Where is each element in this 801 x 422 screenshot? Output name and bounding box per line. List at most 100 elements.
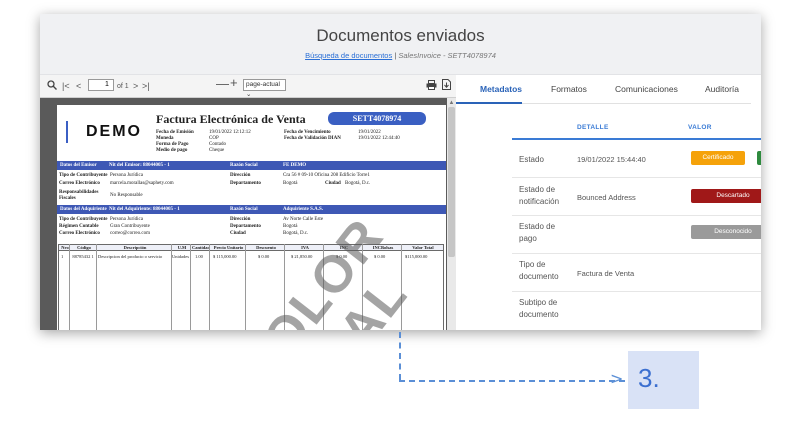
field-value: Av Norte Calle Este xyxy=(283,217,324,222)
field-value: correo@correo.com xyxy=(110,231,150,236)
band-text: Nit del Adquiriente: 88044005 - 1 xyxy=(109,207,180,212)
active-tab-indicator xyxy=(456,102,522,104)
field-label: Ciudad xyxy=(230,231,246,236)
metadata-row-tipo: Tipo de documento Factura de Venta xyxy=(512,254,761,292)
band-text: Razón Social xyxy=(230,207,258,212)
row-label: Tipo de documento xyxy=(519,260,559,281)
table-divider xyxy=(284,244,285,330)
chevron-down-icon: ⌄ xyxy=(246,91,252,98)
annotation-dashed-line xyxy=(399,380,625,382)
field-label: Correo Electrónico xyxy=(59,181,100,186)
meta-left-labels: Fecha de Emisión Moneda Forma de Pago Me… xyxy=(156,130,194,154)
emisor-row: Tipo de Contribuyente xyxy=(59,173,108,179)
next-page-icon[interactable]: > xyxy=(133,80,138,92)
field-label: Departamento xyxy=(230,181,261,186)
metadata-row-subtipo: Subtipo de documento xyxy=(512,292,761,330)
breadcrumb-link-busqueda[interactable]: Búsqueda de documentos xyxy=(305,51,392,60)
band-text: Adquiriente S.A.S. xyxy=(283,207,324,212)
status-badge-certificado: Certificado xyxy=(691,151,745,165)
emisor-band: Datos del Emisor Nit del Emisor: 8804400… xyxy=(57,161,446,170)
header: Documentos enviados Búsqueda de document… xyxy=(40,14,761,75)
band-text: Razón Social xyxy=(230,163,258,168)
column-header-valor: VALOR xyxy=(688,124,712,131)
page-title: Documentos enviados xyxy=(316,26,485,45)
field-label: Tipo de Contribuyente xyxy=(59,217,108,222)
table-divider xyxy=(209,244,210,330)
table-divider xyxy=(401,244,402,330)
page-count: of 1 xyxy=(117,83,129,90)
search-icon[interactable] xyxy=(47,80,57,90)
row-detail: Bounced Address xyxy=(577,193,636,202)
scroll-up-icon[interactable]: ▲ xyxy=(448,100,455,106)
tab-auditoria[interactable]: Auditoría xyxy=(705,84,739,94)
prev-page-icon[interactable]: < xyxy=(76,80,81,92)
row-label: Estado xyxy=(519,155,544,164)
meta-label: Fecha de Validación DIAN xyxy=(284,136,341,141)
items-table-body xyxy=(58,251,444,330)
meta-right-labels: Fecha de Vencimiento Fecha de Validación… xyxy=(284,130,341,142)
band-text: Datos del Emisor xyxy=(60,163,97,168)
zoom-in-icon[interactable]: + xyxy=(230,76,238,89)
table-cell: 88785432 1 xyxy=(72,254,94,259)
metadata-row-pago: Estado de pago Desconocido xyxy=(512,216,761,254)
adquiriente-band: Datos del Adquiriente Nit del Adquirient… xyxy=(57,205,446,214)
breadcrumb-separator: | xyxy=(394,51,397,60)
tab-metadatos[interactable]: Metadatos xyxy=(480,84,522,94)
invoice-title: Factura Electrónica de Venta xyxy=(156,112,306,126)
arrow-right-icon: > xyxy=(610,369,624,388)
tab-comunicaciones[interactable]: Comunicaciones xyxy=(615,84,678,94)
annotation-dashed-line xyxy=(399,332,401,380)
field-value: Persona Jurídica xyxy=(110,217,143,222)
metadata-row-estado: Estado 19/01/2022 15:44:40 Certificado ✔ xyxy=(512,140,761,178)
field-value: Bogotá, D.c. xyxy=(345,181,371,186)
row-label: Estado de pago xyxy=(519,222,556,243)
table-cell: $ 21,850.00 xyxy=(291,254,313,259)
table-cell: $ 0.00 xyxy=(374,254,386,259)
tab-formatos[interactable]: Formatos xyxy=(551,84,587,94)
meta-label: Medio de pago xyxy=(156,148,188,153)
last-page-icon[interactable]: >| xyxy=(142,80,150,92)
field-value: Persona Jurídica xyxy=(110,173,143,178)
metadata-panel: Metadatos Formatos Comunicaciones Audito… xyxy=(456,75,761,330)
download-icon[interactable] xyxy=(442,79,451,90)
invoice-number-badge: SETT4078974 xyxy=(328,112,426,125)
metadata-row-notificacion: Estado de notificación Bounced Address D… xyxy=(512,178,761,216)
pdf-scrollbar-thumb[interactable] xyxy=(448,107,455,257)
field-value: Gran Contribuyente xyxy=(110,224,150,229)
field-value: marcela.morallas@saphety.com xyxy=(110,181,174,186)
table-cell: Descripcion del producto o servicio xyxy=(98,254,163,259)
field-value: Bogotá xyxy=(283,181,298,186)
logo-accent-bar xyxy=(66,121,68,143)
band-text: Datos del Adquiriente xyxy=(60,207,107,212)
table-divider xyxy=(245,244,246,330)
app-window: Documentos enviados Búsqueda de document… xyxy=(40,14,761,330)
field-label: Dirección xyxy=(230,173,251,178)
field-label: Responsabilidades Fiscales xyxy=(59,190,99,201)
table-divider xyxy=(96,244,97,330)
check-button[interactable]: ✔ xyxy=(757,151,761,165)
field-label: Departamento xyxy=(230,224,261,229)
zoom-out-icon[interactable]: — xyxy=(216,77,229,90)
band-text: FE DEMO xyxy=(283,163,307,168)
column-header-detalle: DETALLE xyxy=(577,124,609,131)
meta-right-values: 19/01/2022 19/01/2022 12:44:40 xyxy=(358,130,400,142)
items-table-header: Nro Código Descripción U.M Cantidad Prec… xyxy=(58,244,444,251)
field-label: Dirección xyxy=(230,217,251,222)
status-badge-descartado: Descartado xyxy=(691,189,761,203)
row-detail: Factura de Venta xyxy=(577,269,635,278)
zoom-select[interactable]: page-actual ⌄ xyxy=(243,79,286,98)
field-label: Ciudad xyxy=(325,181,341,186)
company-logo: DEMO xyxy=(86,123,142,140)
print-icon[interactable] xyxy=(426,80,437,90)
step-callout: 3. xyxy=(628,351,699,409)
table-cell: Unidades xyxy=(172,254,189,259)
table-cell: $ 0.00 xyxy=(336,254,348,259)
pdf-viewer: |< < 1 of 1 > >| — + page-actual ⌄ DEMO … xyxy=(40,75,456,330)
step-number: 3. xyxy=(638,363,660,393)
band-text: Nit del Emisor: 88044005 - 1 xyxy=(109,163,170,168)
first-page-icon[interactable]: |< xyxy=(62,80,70,92)
field-value: No Responsable xyxy=(110,193,143,198)
page-number-input[interactable]: 1 xyxy=(88,79,114,91)
breadcrumb-current: SalesInvoice - SETT4078974 xyxy=(398,51,496,60)
table-cell: $ 115,000.00 xyxy=(213,254,237,259)
